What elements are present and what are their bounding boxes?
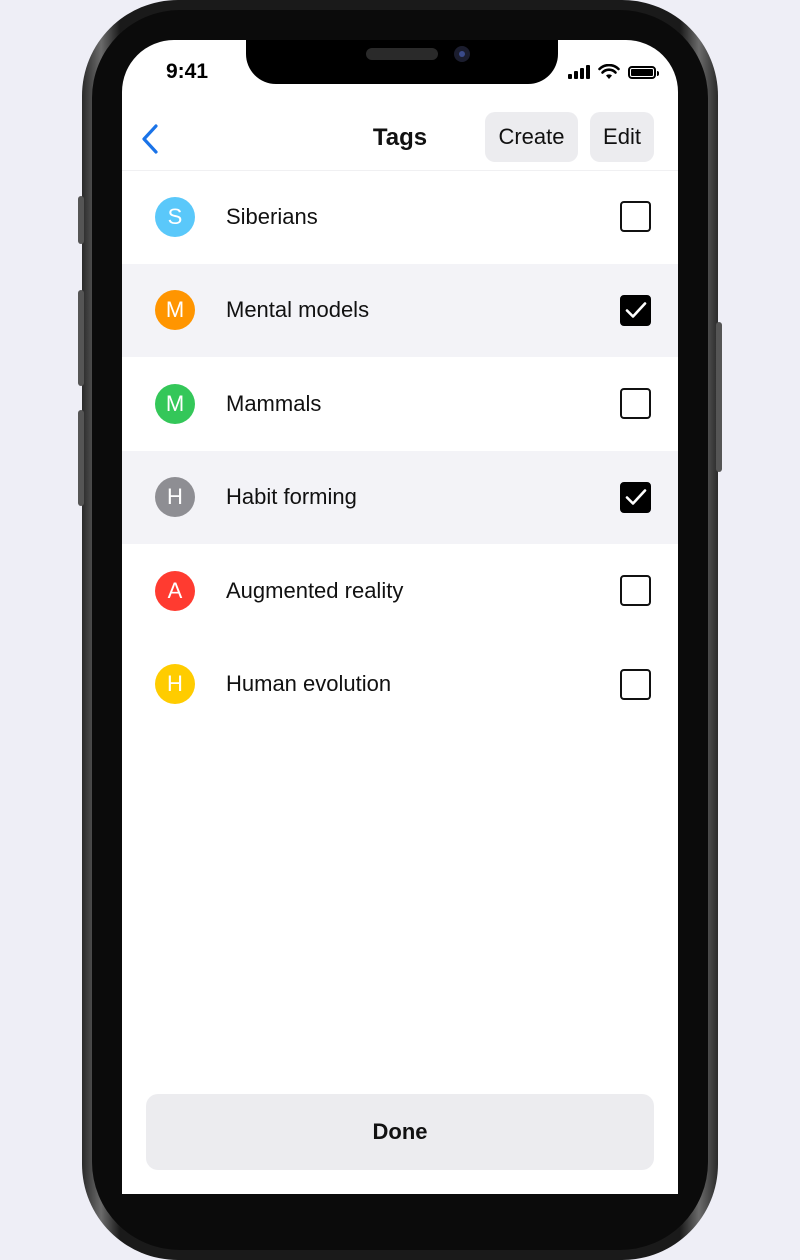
power-button <box>716 322 722 472</box>
front-camera <box>454 46 470 62</box>
tag-checkbox[interactable] <box>620 201 651 233</box>
tag-checkbox[interactable] <box>620 575 651 607</box>
tag-row[interactable]: H Human evolution <box>122 638 678 732</box>
tag-avatar: M <box>155 290 195 331</box>
wifi-icon <box>598 64 620 79</box>
tag-avatar: S <box>155 196 195 237</box>
tag-label: Siberians <box>226 203 318 229</box>
checkmark-icon <box>625 302 646 319</box>
tag-avatar: M <box>155 383 195 424</box>
tag-row[interactable]: M Mental models <box>122 263 678 357</box>
checkmark-icon <box>625 489 646 506</box>
tag-row[interactable]: H Habit forming <box>122 450 678 544</box>
speaker-grille <box>366 48 438 60</box>
done-button[interactable]: Done <box>146 1094 654 1170</box>
notch <box>246 40 558 84</box>
tag-avatar: H <box>155 477 195 518</box>
tag-label: Habit forming <box>226 484 357 510</box>
tag-label: Augmented reality <box>226 577 404 603</box>
tag-avatar: A <box>155 570 195 611</box>
tag-avatar: H <box>155 664 195 705</box>
create-button[interactable]: Create <box>485 112 578 162</box>
tag-checkbox[interactable] <box>620 668 651 700</box>
tag-list: S Siberians M Mental models M Mammals H … <box>122 170 678 731</box>
tag-row[interactable]: S Siberians <box>122 170 678 264</box>
status-icons <box>568 64 659 80</box>
phone-screen: 9:41 Tags Create Edit S Siberians M Ment… <box>122 40 678 1194</box>
tag-label: Mental models <box>226 297 370 323</box>
tag-label: Human evolution <box>226 671 392 697</box>
edit-button[interactable]: Edit <box>590 112 654 162</box>
volume-up-button <box>78 290 84 386</box>
silent-switch <box>78 196 84 244</box>
tag-label: Mammals <box>226 390 322 416</box>
tag-checkbox[interactable] <box>620 481 651 513</box>
volume-down-button <box>78 410 84 506</box>
battery-icon <box>628 65 659 79</box>
tag-checkbox[interactable] <box>620 388 651 420</box>
tag-checkbox[interactable] <box>620 294 651 326</box>
cellular-signal-icon <box>568 65 590 79</box>
tag-row[interactable]: M Mammals <box>122 357 678 451</box>
nav-bar: Tags Create Edit <box>122 110 678 168</box>
tag-row[interactable]: A Augmented reality <box>122 544 678 638</box>
status-time: 9:41 <box>166 60 209 83</box>
